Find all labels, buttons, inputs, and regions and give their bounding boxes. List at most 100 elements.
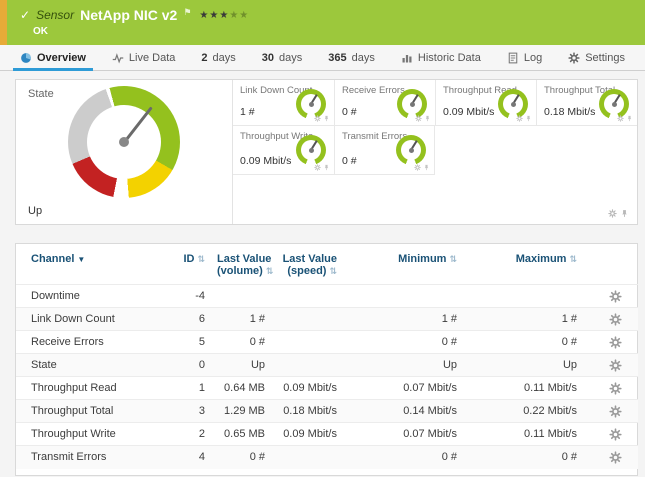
last-value-volume: [211, 285, 271, 308]
tab-365-days[interactable]: 365 days: [318, 45, 385, 70]
pushpin-icon[interactable]: [323, 164, 330, 171]
flag-icon[interactable]: ⚑: [183, 7, 191, 18]
tab-log[interactable]: Log: [497, 45, 552, 70]
maximum-value: 1 #: [463, 308, 583, 331]
gear-icon[interactable]: [608, 209, 617, 218]
gauge-hub: [410, 102, 415, 107]
column-header-id[interactable]: ID⇅: [166, 244, 211, 285]
channel-id: 5: [166, 331, 211, 354]
gear-icon[interactable]: [617, 115, 624, 122]
state-channel-value: Up: [28, 205, 42, 217]
pushpin-icon[interactable]: [424, 115, 431, 122]
channel-name: State: [16, 354, 166, 377]
pushpin-icon[interactable]: [626, 115, 633, 122]
tab-settings[interactable]: Settings: [558, 45, 635, 70]
last-value-volume: 1 #: [211, 308, 271, 331]
gear-icon[interactable]: [314, 164, 321, 171]
status-badge: OK: [0, 23, 645, 37]
tab-historic-data[interactable]: Historic Data: [391, 45, 491, 70]
pie-chart-icon: [20, 52, 32, 64]
pushpin-icon[interactable]: [323, 115, 330, 122]
last-value-speed: [271, 285, 343, 308]
sort-icon: ⇅: [266, 266, 274, 276]
minimum-value: 0.07 Mbit/s: [343, 423, 463, 446]
channel-settings-icon[interactable]: [609, 359, 622, 372]
channel-settings-icon[interactable]: [609, 405, 622, 418]
last-value-speed: 0.18 Mbit/s: [271, 400, 343, 423]
tab-2-days[interactable]: 2 days: [191, 45, 245, 70]
gauge-value: 0 #: [342, 155, 357, 167]
gear-icon[interactable]: [414, 164, 421, 171]
minimum-value: 0.14 Mbit/s: [343, 400, 463, 423]
tab-live-data[interactable]: Live Data: [102, 45, 185, 70]
table-row[interactable]: Link Down Count 6 1 # 1 # 1 #: [16, 308, 638, 331]
gauge-value: 0.18 Mbit/s: [544, 106, 595, 118]
column-header-last-value-speed[interactable]: Last Value (speed)⇅: [271, 244, 343, 285]
priority-stars[interactable]: ★★★★★: [199, 10, 249, 21]
table-row[interactable]: State 0 Up Up Up: [16, 354, 638, 377]
live-graph-icon: [112, 52, 124, 64]
gear-icon[interactable]: [516, 115, 523, 122]
gauge-panel-throughput-write[interactable]: Throughput Write 0.09 Mbit/s: [233, 126, 334, 175]
pushpin-icon[interactable]: [525, 115, 532, 122]
tab-label: Settings: [585, 52, 625, 64]
channel-settings-icon[interactable]: [609, 336, 622, 349]
channel-settings-icon[interactable]: [609, 313, 622, 326]
column-header-channel[interactable]: Channel▼: [16, 244, 166, 285]
maximum-value: 0.11 Mbit/s: [463, 377, 583, 400]
column-header-minimum[interactable]: Minimum⇅: [343, 244, 463, 285]
channel-id: -4: [166, 285, 211, 308]
sensor-title: NetApp NIC v2: [80, 7, 177, 23]
gear-icon[interactable]: [314, 115, 321, 122]
sort-descending-icon: ▼: [77, 255, 85, 264]
channel-table-panel: Channel▼ ID⇅ Last Value (volume)⇅ Last V…: [15, 243, 638, 476]
table-row[interactable]: Throughput Read 1 0.64 MB 0.09 Mbit/s 0.…: [16, 377, 638, 400]
tab-overview[interactable]: Overview: [10, 45, 96, 70]
gauge-hub: [309, 102, 314, 107]
minimum-value: 1 #: [343, 308, 463, 331]
gauges-panel: State Up Link Down Count 1 # Receive Err…: [15, 79, 638, 225]
gauge-panel-receive-errors[interactable]: Receive Errors 0 #: [334, 80, 435, 126]
channel-name: Transmit Errors: [16, 446, 166, 469]
gauge-hub: [409, 148, 414, 153]
tab-number: 365: [328, 52, 346, 64]
channel-settings-icon[interactable]: [609, 290, 622, 303]
sort-icon: ⇅: [449, 254, 457, 264]
gauge-value: 1 #: [240, 106, 255, 118]
channel-settings-icon[interactable]: [609, 382, 622, 395]
tab-label: Overview: [37, 52, 86, 64]
gear-icon[interactable]: [415, 115, 422, 122]
channel-settings-icon[interactable]: [609, 451, 622, 464]
tab-30-days[interactable]: 30 days: [252, 45, 313, 70]
sort-icon: ⇅: [329, 266, 337, 276]
gauge-panel-throughput-total[interactable]: Throughput Total 0.18 Mbit/s: [536, 80, 637, 126]
gauge-value: 0 #: [342, 106, 357, 118]
column-header-maximum[interactable]: Maximum⇅: [463, 244, 583, 285]
maximum-value: 0.22 Mbit/s: [463, 400, 583, 423]
channel-id: 3: [166, 400, 211, 423]
tab-label: Historic Data: [418, 52, 481, 64]
state-gauge-panel[interactable]: State Up: [16, 80, 232, 224]
maximum-value: [463, 285, 583, 308]
channel-name: Link Down Count: [16, 308, 166, 331]
last-value-volume: 0 #: [211, 331, 271, 354]
column-header-last-value-volume[interactable]: Last Value (volume)⇅: [211, 244, 271, 285]
table-row[interactable]: Transmit Errors 4 0 # 0 # 0 #: [16, 446, 638, 469]
last-value-volume: Up: [211, 354, 271, 377]
table-row[interactable]: Receive Errors 5 0 # 0 # 0 #: [16, 331, 638, 354]
gauge-panel-throughput-read[interactable]: Throughput Read 0.09 Mbit/s: [435, 80, 536, 126]
last-value-speed: [271, 331, 343, 354]
sort-icon: ⇅: [197, 254, 205, 264]
table-row[interactable]: Throughput Total 3 1.29 MB 0.18 Mbit/s 0…: [16, 400, 638, 423]
maximum-value: 0.11 Mbit/s: [463, 423, 583, 446]
last-value-speed: 0.09 Mbit/s: [271, 377, 343, 400]
table-row[interactable]: Throughput Write 2 0.65 MB 0.09 Mbit/s 0…: [16, 423, 638, 446]
state-channel-label: State: [28, 88, 54, 100]
pushpin-icon[interactable]: [620, 209, 629, 218]
pushpin-icon[interactable]: [423, 164, 430, 171]
channel-settings-icon[interactable]: [609, 428, 622, 441]
table-row[interactable]: Downtime -4: [16, 285, 638, 308]
gauge-panel-link-down-count[interactable]: Link Down Count 1 #: [233, 80, 334, 126]
gauge-panel-transmit-errors[interactable]: Transmit Errors 0 #: [334, 126, 435, 175]
channel-id: 0: [166, 354, 211, 377]
